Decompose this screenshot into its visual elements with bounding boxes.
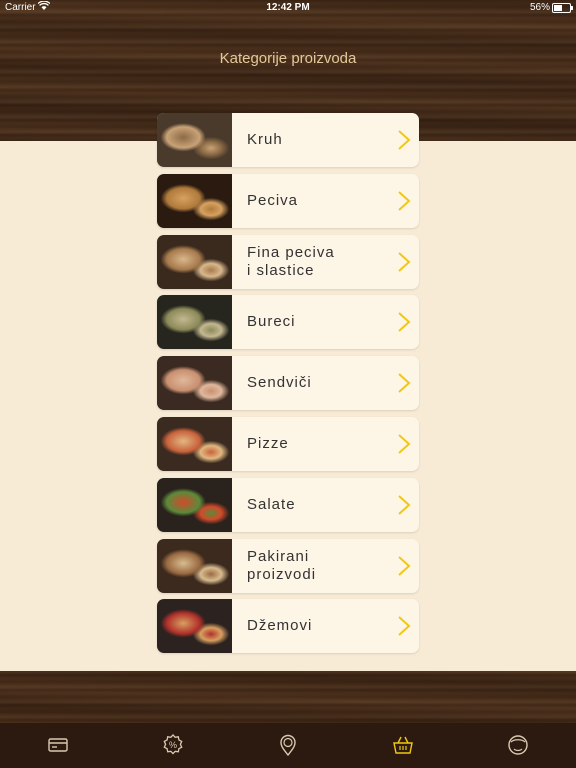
category-thumbnail xyxy=(157,477,232,532)
page-title: Kategorije proizvoda xyxy=(219,50,357,67)
category-thumbnail xyxy=(157,234,232,289)
category-row[interactable]: Pakirani proizvodi xyxy=(157,538,419,593)
discount-icon[interactable]: % xyxy=(161,733,185,757)
chevron-right-icon xyxy=(398,616,411,637)
category-row[interactable]: Fina peciva i slastice xyxy=(157,234,419,289)
location-icon[interactable] xyxy=(276,733,300,757)
category-row[interactable]: Salate xyxy=(157,477,419,532)
category-label: Pakirani proizvodi xyxy=(247,547,317,583)
chevron-right-icon xyxy=(398,251,411,272)
category-thumbnail xyxy=(157,356,232,411)
category-thumbnail xyxy=(157,173,232,228)
category-thumbnail xyxy=(157,538,232,593)
category-row[interactable]: Kruh xyxy=(157,113,419,167)
category-row[interactable]: Pizze xyxy=(157,417,419,471)
category-label: Peciva xyxy=(247,191,299,209)
profile-icon[interactable] xyxy=(506,733,530,757)
chevron-right-icon xyxy=(398,495,411,515)
battery-percent: 56% xyxy=(529,2,550,13)
chevron-right-icon xyxy=(398,434,411,454)
chevron-right-icon xyxy=(398,130,411,150)
category-label: Kruh xyxy=(247,131,283,148)
chevron-right-icon xyxy=(398,191,411,211)
svg-text:%: % xyxy=(169,740,177,750)
category-thumbnail xyxy=(157,295,232,350)
category-row[interactable]: Bureci xyxy=(157,295,419,350)
category-thumbnail xyxy=(157,599,232,654)
chevron-right-icon xyxy=(398,312,411,333)
clock: 12:42 PM xyxy=(266,2,310,13)
chevron-right-icon xyxy=(398,555,411,576)
category-row[interactable]: Peciva xyxy=(157,173,419,228)
category-thumbnail xyxy=(157,417,232,471)
category-row[interactable]: Sendviči xyxy=(157,356,419,411)
category-label: Salate xyxy=(247,495,296,513)
chevron-right-icon xyxy=(398,373,411,393)
category-thumbnail xyxy=(157,113,232,167)
category-label: Džemovi xyxy=(247,617,313,635)
category-label: Bureci xyxy=(247,313,296,331)
basket-icon[interactable] xyxy=(391,733,415,757)
category-label: Sendviči xyxy=(247,374,312,392)
category-label: Pizze xyxy=(247,435,289,452)
battery-icon xyxy=(552,3,573,13)
category-row[interactable]: Džemovi xyxy=(157,599,419,654)
category-label: Fina peciva i slastice xyxy=(247,243,335,279)
tab-bar: % xyxy=(0,723,576,768)
card-icon[interactable] xyxy=(46,733,70,757)
status-bar: Carrier 12:42 PM 56% xyxy=(0,0,576,16)
